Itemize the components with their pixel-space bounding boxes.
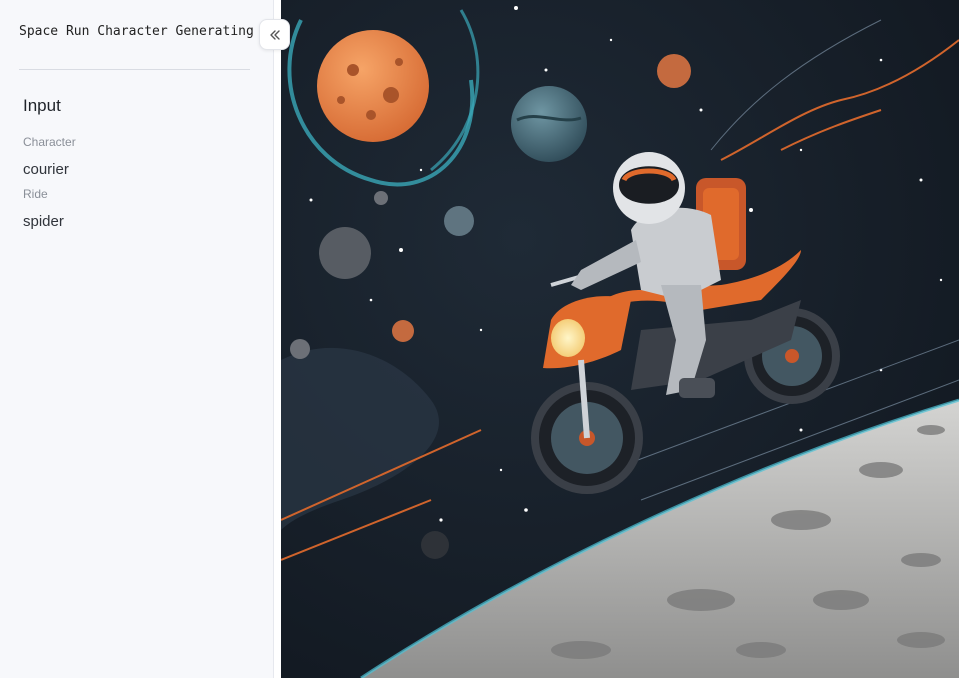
ride-field-value: spider	[23, 213, 64, 230]
double-chevron-left-icon	[268, 28, 282, 42]
sidebar: Space Run Character Generating Input Cha…	[0, 0, 274, 678]
generated-image	[281, 0, 959, 678]
ride-field-label: Ride	[23, 187, 48, 201]
blue-planet	[511, 86, 587, 162]
character-field-label: Character	[23, 135, 76, 149]
app-window: Space Run Character Generating Input Cha…	[0, 0, 959, 678]
gray-planet	[319, 227, 371, 279]
input-section-heading: Input	[23, 96, 61, 115]
small-planet-orange-2	[392, 320, 414, 342]
app-title: Space Run Character Generating	[19, 24, 254, 39]
small-planet-blue	[444, 206, 474, 236]
orange-planet	[317, 30, 429, 142]
small-planet-gray	[290, 339, 310, 359]
character-field-value: courier	[23, 161, 69, 178]
tiny-planet	[374, 191, 388, 205]
sidebar-divider	[19, 69, 250, 70]
small-planet-orange	[657, 54, 691, 88]
dark-planet	[421, 531, 449, 559]
collapse-sidebar-button[interactable]	[259, 19, 290, 50]
